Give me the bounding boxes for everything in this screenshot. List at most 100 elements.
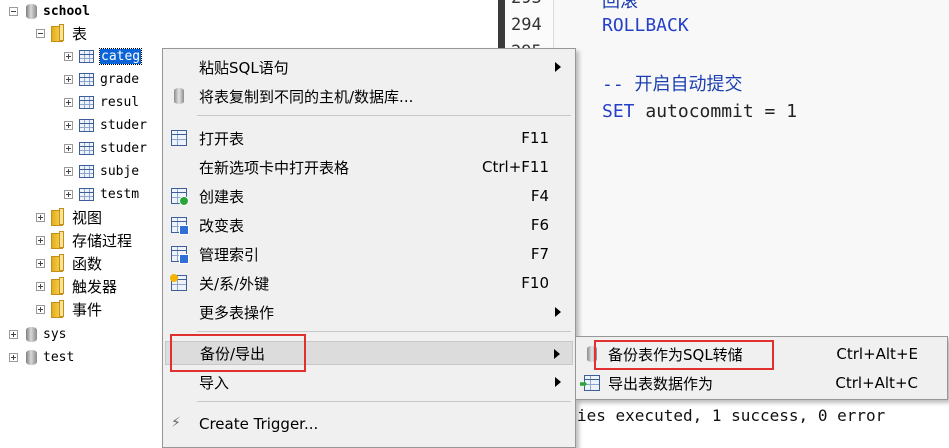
alter-table-icon	[171, 217, 189, 235]
code-text: autocommit = 1	[634, 101, 798, 122]
folder-icon	[51, 208, 66, 226]
menu-item-open-new-tab[interactable]: 在新选项卡中打开表格 Ctrl+F11	[165, 155, 573, 179]
code-line: ROLLBACK	[602, 15, 689, 36]
expand-icon[interactable]	[36, 235, 45, 245]
tree-node-table[interactable]: testm	[64, 183, 139, 205]
tree-node-procedures[interactable]: 存储过程	[36, 229, 132, 251]
expand-icon[interactable]	[9, 329, 18, 339]
tree-node-table[interactable]: resul	[64, 91, 139, 113]
collapse-icon[interactable]	[9, 6, 18, 16]
tree-label-folder: 函数	[72, 254, 103, 273]
menu-label: 粘贴SQL语句	[199, 58, 289, 77]
menu-label: 打开表	[199, 129, 245, 148]
result-message: ies executed, 1 success, 0 error	[577, 406, 886, 425]
menu-item-paste-sql[interactable]: 粘贴SQL语句	[165, 55, 573, 79]
submenu-arrow-icon	[555, 62, 561, 72]
tree-node-table[interactable]: studer	[64, 137, 147, 159]
menu-separator	[197, 115, 571, 116]
tree-node-functions[interactable]: 函数	[36, 252, 102, 274]
database-icon	[26, 3, 37, 19]
menu-item-alter-table[interactable]: 改变表 F6	[165, 213, 573, 237]
expand-icon[interactable]	[64, 74, 73, 84]
tree-label-folder: 视图	[72, 208, 103, 227]
tree-label-folder: 事件	[72, 300, 103, 319]
menu-shortcut: F7	[530, 245, 549, 263]
menu-label: 改变表	[199, 216, 245, 235]
tree-node-table[interactable]: categ	[64, 45, 143, 67]
menu-label: 将表复制到不同的主机/数据库...	[199, 87, 414, 106]
tree-label-table: studer	[100, 117, 147, 133]
tree-label-table-selected: categ	[98, 47, 143, 65]
menu-item-more-ops[interactable]: 更多表操作	[165, 300, 573, 324]
expand-icon[interactable]	[9, 352, 18, 362]
code-comment: -- 开启自动提交	[602, 74, 743, 95]
submenu-item-export-data[interactable]: 导出表数据作为 Ctrl+Alt+C	[578, 371, 946, 395]
tree-label-tables: 表	[72, 24, 88, 43]
menu-item-copy-table[interactable]: 将表复制到不同的主机/数据库...	[165, 84, 573, 108]
tree-node-test[interactable]: test	[9, 346, 74, 368]
index-icon	[171, 246, 189, 264]
code-line: 回滚	[602, 0, 638, 12]
tree-label-folder: 存储过程	[72, 231, 133, 250]
menu-item-relations[interactable]: 关/系/外键 F10	[165, 271, 573, 295]
submenu-item-backup-sql[interactable]: 备份表作为SQL转储 Ctrl+Alt+E	[578, 342, 946, 366]
submenu-arrow-icon	[555, 307, 561, 317]
tree-node-table[interactable]: studer	[64, 114, 147, 136]
tree-node-table[interactable]: subje	[64, 160, 139, 182]
tree-label-table: subje	[100, 163, 140, 179]
menu-label: 管理索引	[199, 245, 260, 264]
expand-icon[interactable]	[64, 120, 73, 130]
tree-node-triggers[interactable]: 触发器	[36, 275, 117, 297]
tree-node-school[interactable]: school	[9, 0, 90, 22]
tree-label-table: studer	[100, 140, 147, 156]
menu-shortcut: Ctrl+Alt+C	[835, 374, 918, 392]
table-icon	[79, 49, 94, 63]
code-keyword: SET	[602, 101, 635, 122]
expand-icon[interactable]	[64, 51, 73, 61]
tree-node-tables[interactable]: 表	[36, 22, 87, 44]
menu-label: 关/系/外键	[199, 274, 270, 293]
folder-icon	[51, 300, 66, 318]
result-panel: ies executed, 1 success, 0 error	[575, 400, 949, 448]
menu-item-backup-export[interactable]: 备份/导出	[165, 341, 573, 365]
menu-separator	[197, 331, 571, 332]
expand-icon[interactable]	[36, 281, 45, 291]
foreign-key-icon	[170, 274, 187, 291]
menu-label: 更多表操作	[199, 303, 275, 322]
menu-label: Create Trigger...	[199, 415, 319, 433]
expand-icon[interactable]	[64, 143, 73, 153]
expand-icon[interactable]	[36, 212, 45, 222]
menu-item-manage-indexes[interactable]: 管理索引 F7	[165, 242, 573, 266]
collapse-icon[interactable]	[36, 28, 45, 38]
folder-icon	[51, 254, 66, 272]
menu-item-create-table[interactable]: 创建表 F4	[165, 184, 573, 208]
context-menu: 粘贴SQL语句 将表复制到不同的主机/数据库... 打开表 F11 在新选项卡中…	[162, 48, 576, 448]
expand-icon[interactable]	[64, 97, 73, 107]
database-icon	[26, 349, 37, 365]
line-number: 294	[511, 15, 542, 35]
submenu-arrow-icon	[554, 349, 560, 359]
tree-label-table: grade	[100, 71, 140, 87]
menu-shortcut: Ctrl+F11	[482, 158, 549, 176]
table-icon	[79, 95, 94, 109]
tree-label-school: school	[43, 3, 90, 19]
table-icon	[79, 164, 94, 178]
tree-node-table[interactable]: grade	[64, 68, 139, 90]
tree-node-views[interactable]: 视图	[36, 206, 102, 228]
expand-icon[interactable]	[64, 189, 73, 199]
tree-node-sys[interactable]: sys	[9, 323, 66, 345]
expand-icon[interactable]	[36, 304, 45, 314]
menu-item-import[interactable]: 导入	[165, 370, 573, 394]
tree-label-table: resul	[100, 94, 140, 110]
tree-label-folder: 触发器	[72, 277, 118, 296]
table-icon	[79, 118, 94, 132]
backup-export-submenu: 备份表作为SQL转储 Ctrl+Alt+E 导出表数据作为 Ctrl+Alt+C	[575, 336, 948, 400]
menu-label: 备份/导出	[200, 344, 266, 363]
tree-node-events[interactable]: 事件	[36, 298, 102, 320]
backup-database-icon	[587, 346, 597, 362]
expand-icon[interactable]	[36, 258, 45, 268]
menu-item-create-trigger[interactable]: ⚡ Create Trigger...	[165, 412, 573, 436]
database-icon	[26, 326, 37, 342]
expand-icon[interactable]	[64, 166, 73, 176]
menu-item-open-table[interactable]: 打开表 F11	[165, 126, 573, 150]
